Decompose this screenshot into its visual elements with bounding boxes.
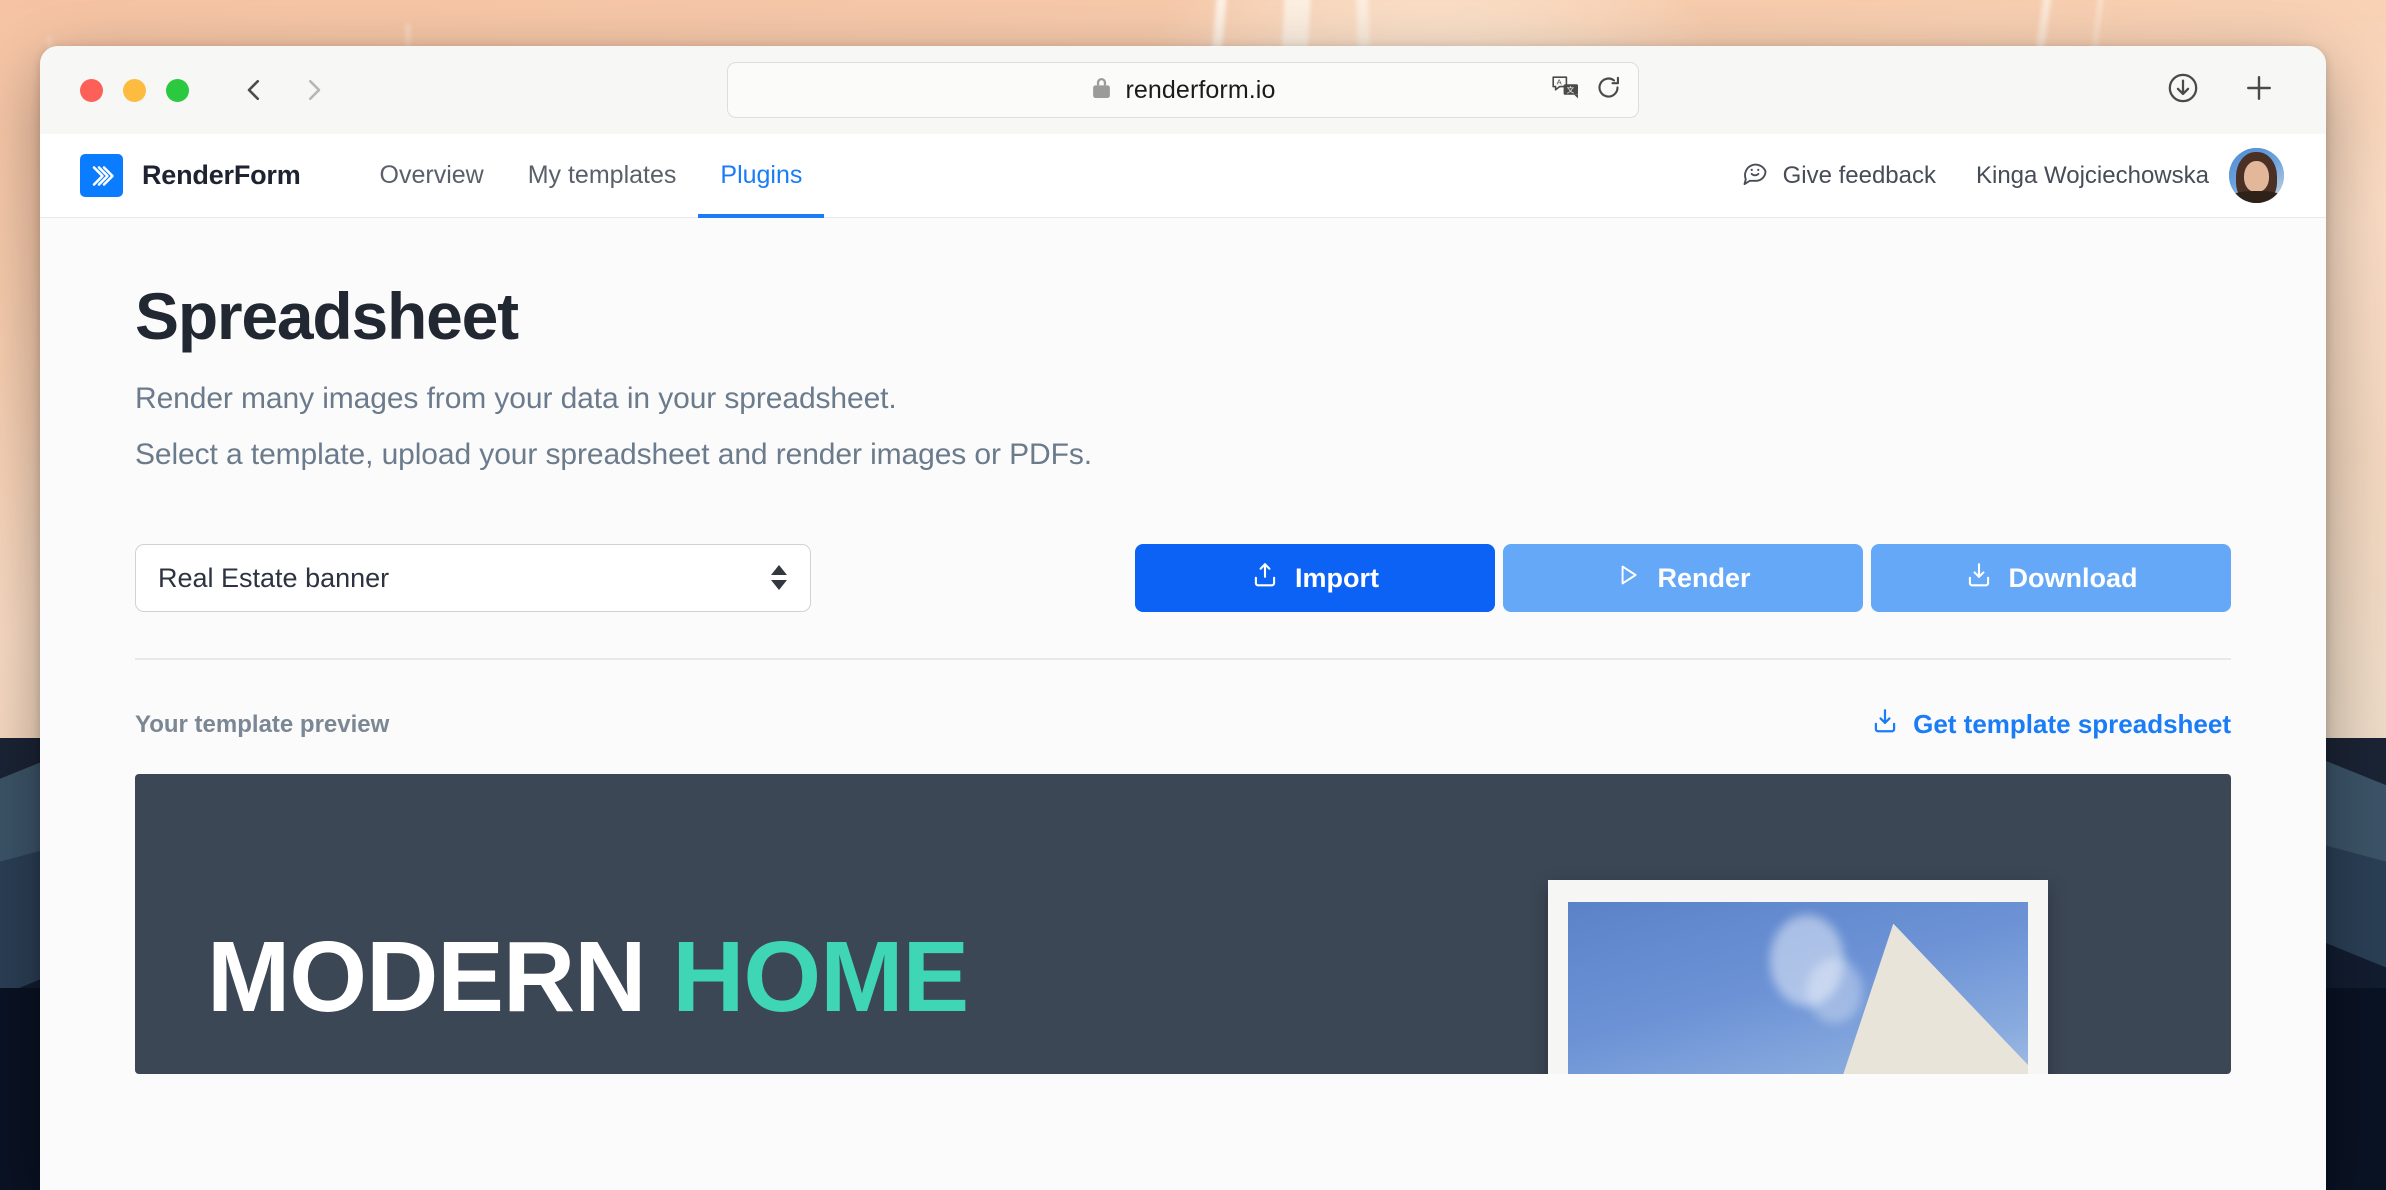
reload-icon[interactable] [1595, 74, 1622, 106]
action-buttons: Import Render Download [1135, 544, 2231, 612]
app-navigation-bar: RenderForm Overview My templates Plugins [40, 134, 2326, 218]
browser-window: renderform.io A 文 RenderForm Overview My… [40, 46, 2326, 1190]
browser-toolbar-right [2166, 71, 2276, 110]
maximize-window-button[interactable] [166, 78, 189, 102]
render-button[interactable]: Render [1503, 544, 1863, 612]
translate-icon[interactable]: A 文 [1551, 74, 1581, 107]
nav-tab-my-templates[interactable]: My templates [506, 134, 699, 217]
nav-tab-label: My templates [527, 161, 677, 189]
nav-tab-label: Plugins [720, 161, 803, 189]
page-title: Spreadsheet [135, 279, 519, 353]
svg-text:文: 文 [1567, 84, 1575, 94]
template-preview-image[interactable]: MODERN HOME [135, 774, 2231, 1074]
new-tab-icon[interactable] [2242, 71, 2276, 110]
download-icon [1965, 561, 1993, 596]
import-button-label: Import [1295, 562, 1379, 593]
browser-toolbar: renderform.io A 文 [40, 46, 2326, 134]
headline-part-2: HOME [672, 921, 969, 1033]
controls-row: Real Estate banner Import Render Downloa… [135, 544, 2231, 612]
back-arrow-icon[interactable] [237, 73, 271, 107]
avatar-body [2232, 190, 2281, 203]
brand-name: RenderForm [142, 160, 301, 190]
svg-text:A: A [1557, 77, 1563, 86]
user-avatar[interactable] [2229, 148, 2284, 203]
give-feedback-button[interactable]: Give feedback [1741, 158, 1936, 193]
minimize-window-button[interactable] [123, 78, 146, 102]
photo-cloud [1807, 958, 1863, 1023]
downloads-icon[interactable] [2166, 71, 2200, 110]
page-description-line-1: Render many images from your data in you… [135, 382, 897, 415]
upload-icon [1251, 561, 1279, 596]
download-icon [1871, 707, 1899, 742]
house-photo [1568, 902, 2028, 1074]
headline-part-1: MODERN [207, 921, 673, 1033]
nav-tab-plugins[interactable]: Plugins [698, 134, 825, 218]
nav-tab-label: Overview [379, 161, 484, 189]
get-template-spreadsheet-link[interactable]: Get template spreadsheet [1871, 707, 2231, 742]
lock-icon [1091, 76, 1112, 104]
download-button-label: Download [2008, 562, 2138, 593]
browser-nav-arrows [237, 73, 331, 107]
avatar-face [2244, 161, 2269, 192]
preview-header-row: Your template preview Get template sprea… [135, 707, 2231, 742]
url-text: renderform.io [1125, 75, 1276, 104]
template-preview-headline: MODERN HOME [207, 920, 969, 1035]
renderform-logo-icon [80, 154, 123, 197]
nav-tabs: Overview My templates Plugins [358, 134, 825, 218]
page-content: Spreadsheet Render many images from your… [40, 218, 2326, 1190]
download-button[interactable]: Download [1871, 544, 2231, 612]
window-traffic-lights [80, 78, 189, 102]
section-divider [135, 658, 2231, 660]
template-select-value: Real Estate banner [158, 562, 390, 593]
template-select[interactable]: Real Estate banner [135, 544, 811, 612]
url-bar[interactable]: renderform.io A 文 [727, 62, 1639, 118]
close-window-button[interactable] [80, 78, 103, 102]
import-button[interactable]: Import [1135, 544, 1495, 612]
brand[interactable]: RenderForm [80, 134, 301, 217]
nav-right-section: Give feedback Kinga Wojciechowska [1741, 134, 2284, 217]
user-name[interactable]: Kinga Wojciechowska [1976, 162, 2209, 190]
forward-arrow-icon[interactable] [297, 73, 331, 107]
give-feedback-label: Give feedback [1782, 161, 1936, 189]
template-preview-photo-frame [1548, 880, 2048, 1074]
get-template-spreadsheet-label: Get template spreadsheet [1913, 709, 2231, 739]
page-description-line-2: Select a template, upload your spreadshe… [135, 438, 1092, 471]
play-icon [1615, 562, 1641, 595]
stepper-updown-icon [770, 565, 788, 591]
preview-label: Your template preview [135, 710, 390, 738]
nav-tab-overview[interactable]: Overview [358, 134, 506, 217]
smiley-chat-icon [1741, 158, 1769, 193]
render-button-label: Render [1657, 562, 1751, 593]
